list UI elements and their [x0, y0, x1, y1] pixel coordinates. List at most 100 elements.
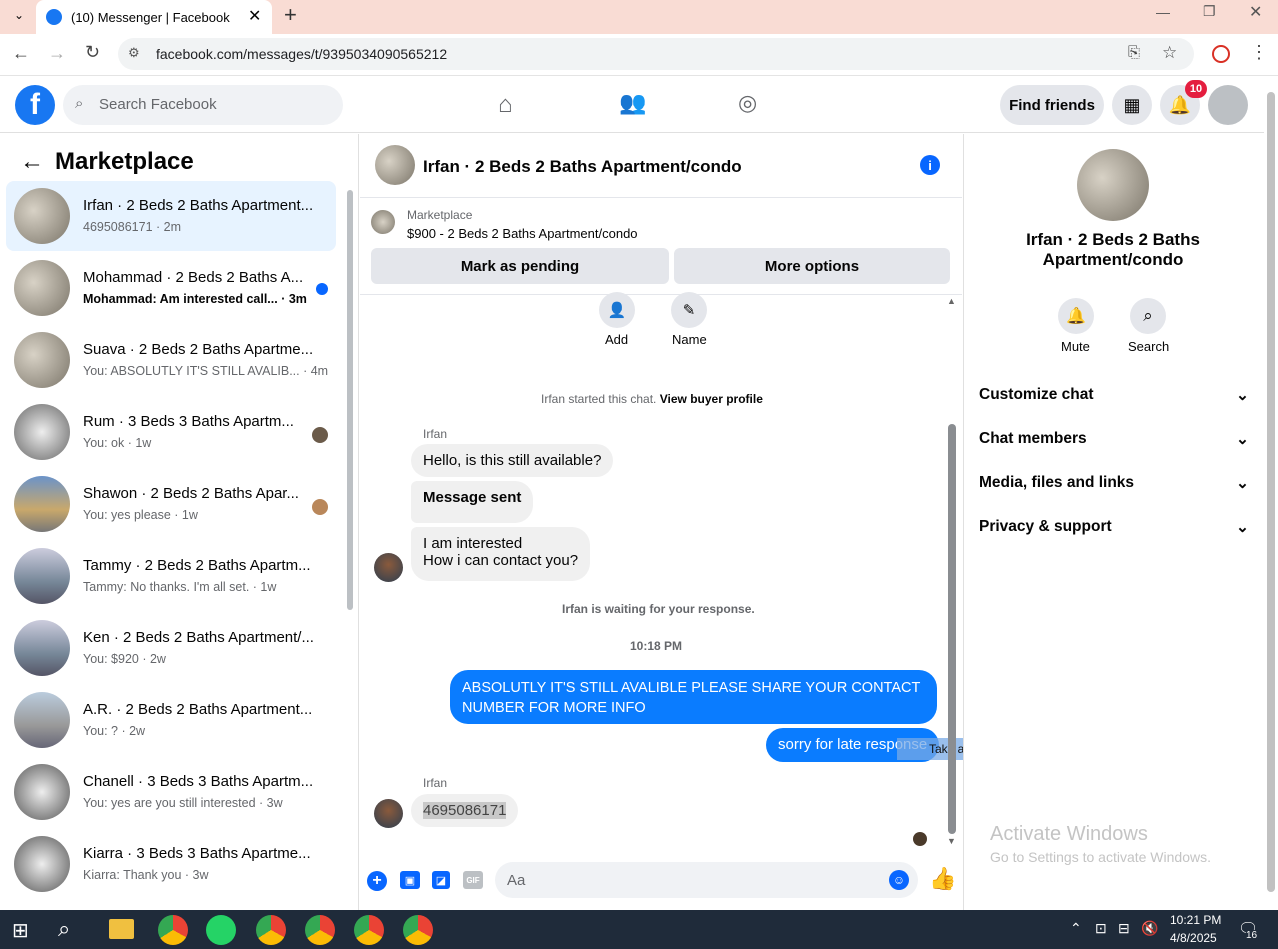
friends-icon[interactable]: 👥: [619, 90, 646, 116]
listing-thumbnail: [14, 188, 70, 244]
waiting-notice: Irfan is waiting for your response.: [562, 602, 755, 616]
page-scrollbar[interactable]: [1267, 92, 1275, 892]
groups-icon[interactable]: ◎: [738, 90, 757, 116]
notification-count: 16: [1246, 930, 1258, 941]
incoming-message[interactable]: Hello, is this still available?: [411, 444, 614, 477]
customize-chat-section[interactable]: Customize chat ⌄: [979, 386, 1249, 405]
sender-name: Irfan: [423, 776, 448, 790]
scroll-up-icon[interactable]: ▲: [947, 296, 956, 306]
gif-icon[interactable]: GIF: [463, 871, 483, 889]
reload-icon[interactable]: ↻: [85, 42, 100, 63]
listing-thumbnail: [14, 260, 70, 316]
window-close-icon[interactable]: ✕: [1249, 2, 1262, 22]
chrome-profile-icon[interactable]: [354, 915, 384, 945]
whatsapp-icon[interactable]: [206, 915, 236, 945]
phone-number-text: 4695086171: [423, 802, 507, 819]
sender-avatar[interactable]: [374, 799, 403, 828]
browser-tab[interactable]: (10) Messenger | Facebook ✕: [36, 0, 272, 34]
emoji-icon[interactable]: ☺: [889, 870, 909, 890]
home-icon[interactable]: ⌂: [498, 91, 513, 119]
chrome-menu-icon[interactable]: ⋮: [1250, 42, 1268, 63]
sticker-icon[interactable]: ◪: [432, 871, 450, 889]
message-input[interactable]: Aa ☺: [495, 862, 918, 898]
incoming-message[interactable]: 4695086171: [411, 794, 519, 827]
add-person-icon[interactable]: 👤: [599, 292, 635, 328]
new-tab-icon[interactable]: +: [284, 2, 297, 28]
conversation-item[interactable]: A.R. · 2 Beds 2 Baths Apartment... You: ?…: [6, 685, 336, 755]
conversation-item[interactable]: Mohammad · 2 Beds 2 Baths A... Mohammad: …: [6, 253, 336, 323]
conversation-item[interactable]: Irfan · 2 Beds 2 Baths Apartment... 46950…: [6, 181, 336, 251]
bookmark-star-icon[interactable]: ☆: [1162, 43, 1177, 63]
back-arrow-icon[interactable]: ←: [20, 148, 44, 176]
conversation-item[interactable]: Rum · 3 Beds 3 Baths Apartm... You: ok · …: [6, 397, 336, 467]
media-files-links-section[interactable]: Media, files and links ⌄: [979, 474, 1249, 493]
tray-chevron-icon[interactable]: ⌃: [1070, 920, 1082, 937]
conversation-preview: You: ABSOLUTLY IT'S STILL AVALIB... · 4m: [83, 364, 329, 378]
chrome-profile-icon[interactable]: [403, 915, 433, 945]
conversation-preview: You: yes are you still interested · 3w: [83, 796, 283, 810]
incoming-message[interactable]: I am interested How i can contact you?: [411, 527, 591, 581]
profile-icon[interactable]: [1212, 45, 1230, 63]
listing-summary[interactable]: $900 - 2 Beds 2 Baths Apartment/condo: [407, 226, 638, 241]
menu-grid-icon[interactable]: ▦: [1112, 85, 1152, 125]
taskbar-time[interactable]: 10:21 PM: [1170, 913, 1221, 927]
account-avatar[interactable]: [1208, 85, 1248, 125]
site-info-icon[interactable]: ⚙: [128, 45, 140, 61]
like-thumb-icon[interactable]: 👍: [929, 866, 956, 892]
windows-start-icon[interactable]: ⊞: [12, 918, 29, 943]
edit-name-icon[interactable]: ✎: [671, 292, 707, 328]
add-label: Add: [605, 332, 629, 347]
conversation-preview: You: ok · 1w: [83, 436, 152, 450]
facebook-logo-icon[interactable]: f: [15, 85, 55, 125]
incoming-message[interactable]: Message sent: [411, 481, 534, 523]
chevron-down-icon: ⌄: [1236, 519, 1249, 536]
chrome-profile-icon[interactable]: [305, 915, 335, 945]
mark-as-pending-button[interactable]: Mark as pending: [371, 248, 669, 284]
chrome-profile-icon[interactable]: [256, 915, 286, 945]
conversation-item[interactable]: Chanell · 3 Beds 3 Baths Apartm... You: y…: [6, 757, 336, 827]
conversation-item[interactable]: Tammy · 2 Beds 2 Baths Apartm... Tammy: N…: [6, 541, 336, 611]
forward-icon[interactable]: →: [48, 43, 66, 64]
conversation-title: A.R. · 2 Beds 2 Baths Apartment...: [83, 701, 313, 718]
find-friends-button[interactable]: Find friends: [1000, 85, 1104, 125]
volume-icon[interactable]: 🔇: [1141, 920, 1158, 937]
section-label: Media, files and links: [979, 474, 1135, 491]
search-facebook-input[interactable]: ⌕ Search Facebook: [63, 85, 343, 125]
privacy-support-section[interactable]: Privacy & support ⌄: [979, 518, 1249, 537]
tab-search-chevron-icon[interactable]: ⌄: [8, 4, 30, 26]
info-icon[interactable]: i: [920, 155, 940, 175]
sender-avatar[interactable]: [374, 553, 403, 582]
plus-icon[interactable]: +: [367, 871, 387, 891]
chat-scrollbar[interactable]: [948, 424, 956, 834]
conversation-item[interactable]: Suava · 2 Beds 2 Baths Apartme... You: AB…: [6, 325, 336, 395]
search-in-chat-icon[interactable]: ⌕: [1130, 298, 1166, 334]
back-icon[interactable]: ←: [12, 43, 30, 64]
view-buyer-profile-link[interactable]: View buyer profile: [660, 392, 763, 406]
outgoing-message[interactable]: ABSOLUTLY IT'S STILL AVALIBLE PLEASE SHA…: [450, 670, 937, 724]
more-options-button[interactable]: More options: [674, 248, 950, 284]
conversation-preview: Tammy: No thanks. I'm all set. · 1w: [83, 580, 277, 594]
chat-avatar[interactable]: [375, 145, 415, 185]
mute-bell-icon[interactable]: 🔔: [1058, 298, 1094, 334]
conversation-title: Mohammad · 2 Beds 2 Baths A...: [83, 269, 304, 286]
chat-header-title[interactable]: Irfan · 2 Beds 2 Baths Apartment/condo: [423, 157, 742, 177]
taskbar-search-icon[interactable]: ⌕: [58, 916, 70, 942]
left-scrollbar[interactable]: [347, 190, 353, 610]
conversation-item[interactable]: Shawon · 2 Beds 2 Baths Apar... You: yes …: [6, 469, 336, 539]
close-tab-icon[interactable]: ✕: [248, 6, 261, 26]
chrome-icon[interactable]: [158, 915, 188, 945]
install-icon[interactable]: ⎘: [1128, 44, 1140, 61]
taskbar-date[interactable]: 4/8/2025: [1170, 931, 1217, 945]
address-bar[interactable]: ⚙ facebook.com/messages/t/93950340905652…: [118, 38, 1194, 70]
scroll-down-icon[interactable]: ▼: [947, 836, 956, 846]
minimize-icon[interactable]: —: [1156, 4, 1170, 20]
wifi-icon[interactable]: ⊟: [1118, 920, 1130, 937]
file-explorer-icon[interactable]: [109, 919, 134, 939]
conversation-item[interactable]: Kiarra · 3 Beds 3 Baths Apartme... Kiarra…: [6, 829, 336, 899]
conversation-item[interactable]: Ken · 2 Beds 2 Baths Apartment/... You: $…: [6, 613, 336, 683]
network-icon[interactable]: ⊡: [1095, 920, 1107, 937]
restore-icon[interactable]: ❐: [1203, 3, 1216, 20]
conversation-preview: You: $920 · 2w: [83, 652, 166, 666]
chat-members-section[interactable]: Chat members ⌄: [979, 430, 1249, 449]
photo-icon[interactable]: ▣: [400, 871, 420, 889]
